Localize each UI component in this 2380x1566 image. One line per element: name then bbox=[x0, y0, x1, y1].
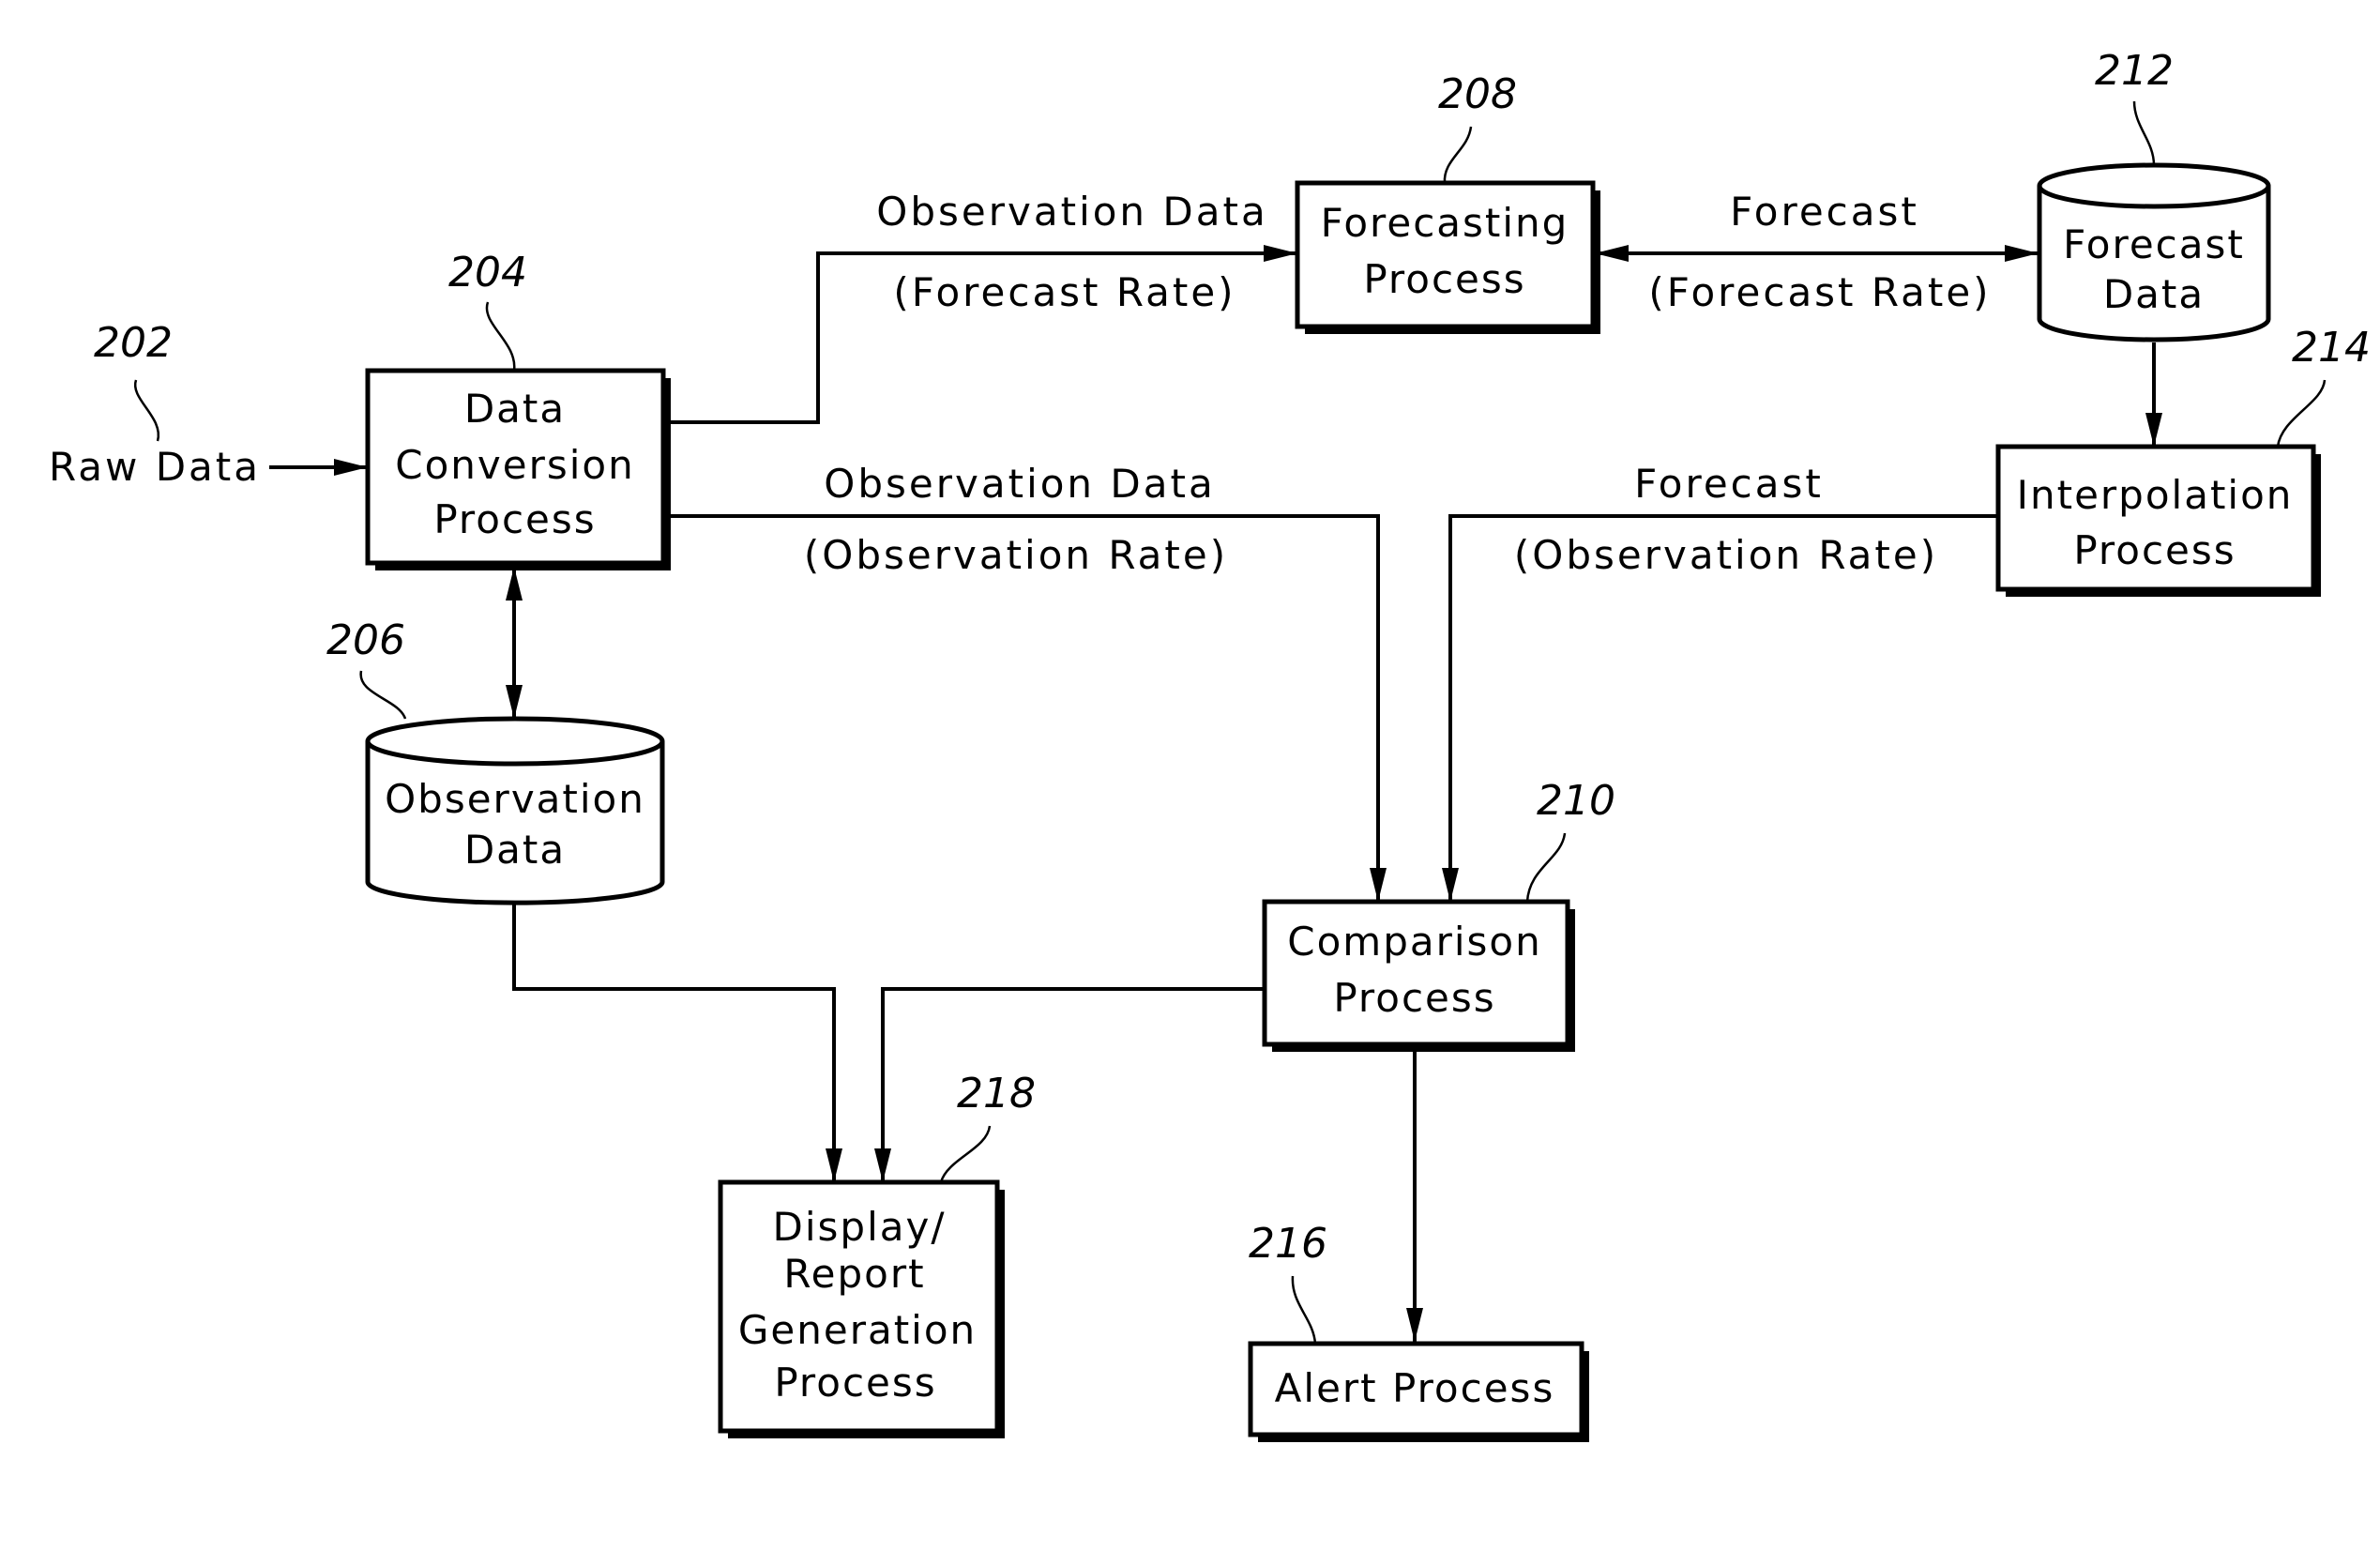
node-comparison-line1: Comparison bbox=[1287, 919, 1541, 965]
node-data-conversion-line2: Conversion bbox=[395, 442, 634, 488]
ref-208: 208 bbox=[1438, 70, 1517, 118]
edge-label-obs-rate-1: (Observation Rate) bbox=[804, 532, 1228, 578]
node-display-report-line1: Display/ bbox=[773, 1204, 947, 1250]
edge-label-obs-data-1: Observation Data bbox=[876, 189, 1267, 235]
node-forecasting[interactable]: Forecasting Process 208 bbox=[1295, 70, 1600, 334]
flowchart-diagram: Observation Data (Forecast Rate) Forecas… bbox=[49, 47, 2371, 1442]
node-alert[interactable]: Alert Process 216 bbox=[1248, 1220, 1589, 1442]
leader-206 bbox=[359, 670, 407, 720]
node-raw-data: Raw Data 202 bbox=[49, 319, 261, 490]
node-observation-data[interactable]: Observation Data 206 bbox=[326, 616, 665, 905]
ref-216: 216 bbox=[1249, 1220, 1327, 1268]
ref-206: 206 bbox=[326, 616, 405, 664]
edge-label-forecast-1: Forecast bbox=[1730, 189, 1919, 235]
node-forecast-data[interactable]: Forecast Data 212 bbox=[2037, 47, 2271, 342]
leader-204 bbox=[485, 301, 516, 372]
node-data-conversion-line3: Process bbox=[433, 496, 596, 542]
edge-label-obs-data-2: Observation Data bbox=[824, 461, 1215, 507]
node-data-conversion[interactable]: Data Conversion Process 204 bbox=[365, 249, 671, 570]
node-data-conversion-line1: Data bbox=[464, 386, 566, 432]
leader-210 bbox=[1525, 832, 1567, 903]
node-forecasting-line1: Forecasting bbox=[1321, 200, 1569, 246]
edge-label-forecast-2: Forecast bbox=[1634, 461, 1824, 507]
node-alert-line1: Alert Process bbox=[1275, 1365, 1555, 1411]
edge-label-forecast-rate-2: (Forecast Rate) bbox=[1648, 269, 1991, 315]
edge-comparison-to-display bbox=[874, 987, 1265, 1182]
edge-observationdata-to-display bbox=[512, 898, 842, 1182]
ref-204: 204 bbox=[448, 249, 527, 296]
node-observation-data-line1: Observation bbox=[385, 776, 645, 822]
node-display-report[interactable]: Display/ Report Generation Process 218 bbox=[718, 1070, 1036, 1438]
node-interpolation[interactable]: Interpolation Process 214 bbox=[1995, 324, 2371, 597]
leader-216 bbox=[1291, 1275, 1317, 1345]
node-comparison[interactable]: Comparison Process 210 bbox=[1262, 777, 1615, 1052]
node-display-report-line3: Generation bbox=[738, 1307, 977, 1353]
ref-202: 202 bbox=[94, 319, 173, 367]
ref-214: 214 bbox=[2292, 324, 2371, 372]
node-display-report-line4: Process bbox=[774, 1360, 936, 1406]
edge-label-obs-rate-2: (Observation Rate) bbox=[1514, 532, 1938, 578]
edge-label-forecast-rate-1: (Forecast Rate) bbox=[893, 269, 1235, 315]
leader-202 bbox=[133, 379, 160, 442]
node-forecast-data-line1: Forecast bbox=[2063, 221, 2245, 267]
leader-214 bbox=[2276, 379, 2327, 448]
ref-212: 212 bbox=[2095, 47, 2174, 95]
ref-218: 218 bbox=[957, 1070, 1036, 1117]
node-comparison-line2: Process bbox=[1333, 975, 1495, 1021]
ref-210: 210 bbox=[1537, 777, 1615, 825]
node-display-report-line2: Report bbox=[783, 1251, 925, 1297]
leader-208 bbox=[1443, 126, 1473, 184]
node-interpolation-line2: Process bbox=[2073, 527, 2236, 573]
leader-212 bbox=[2132, 100, 2156, 166]
leader-218 bbox=[939, 1125, 992, 1183]
node-forecast-data-line2: Data bbox=[2103, 271, 2205, 317]
node-observation-data-line2: Data bbox=[464, 827, 566, 873]
node-interpolation-line1: Interpolation bbox=[2017, 472, 2294, 518]
node-raw-data-label: Raw Data bbox=[49, 444, 261, 490]
node-forecasting-line2: Process bbox=[1363, 256, 1525, 302]
